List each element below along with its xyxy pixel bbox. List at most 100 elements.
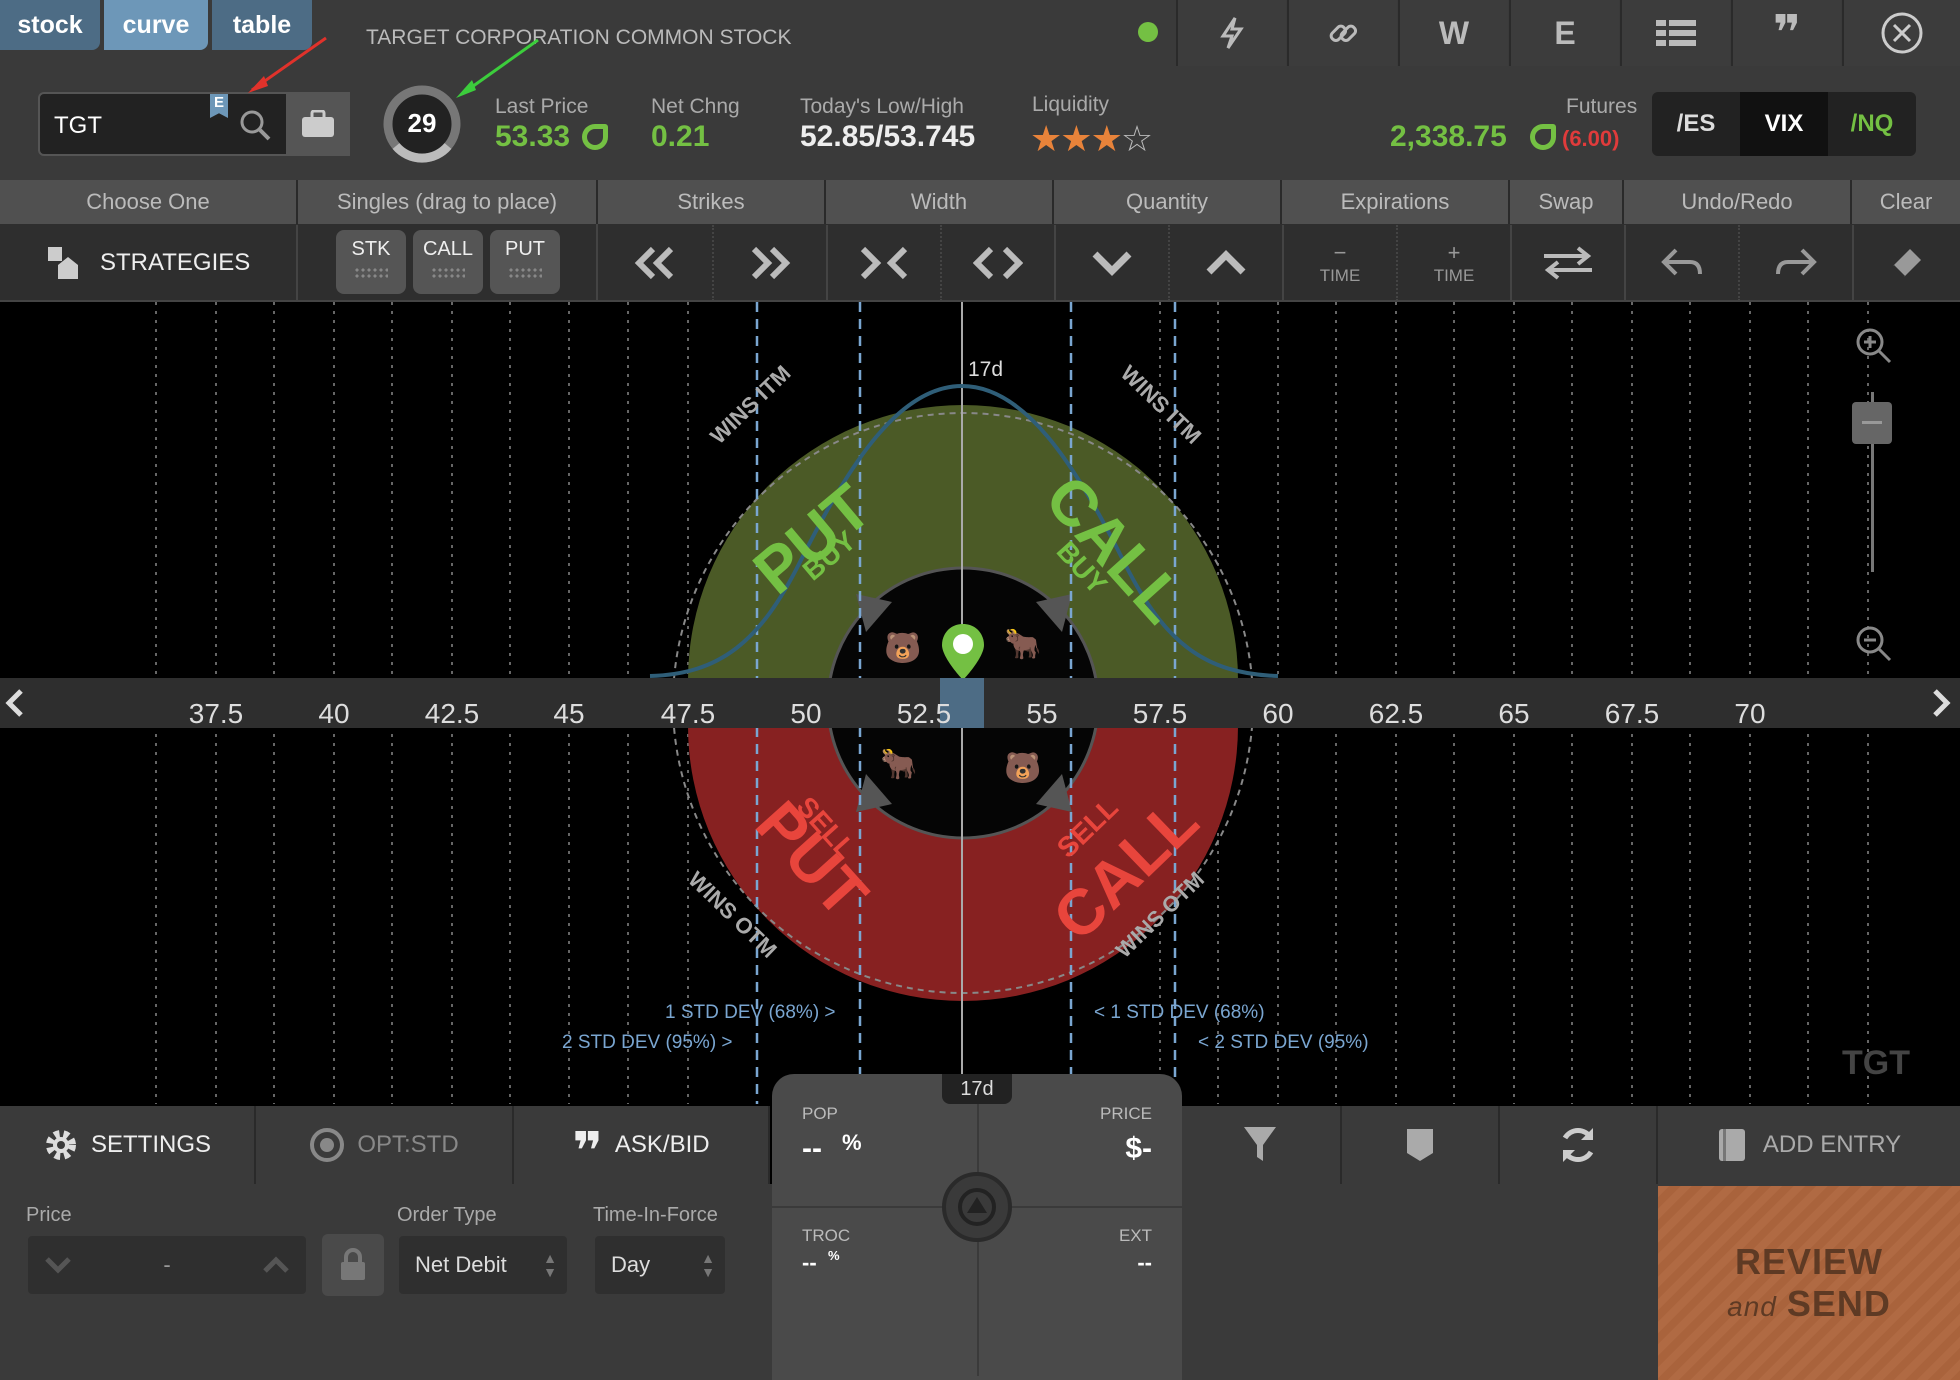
- price-pin-icon[interactable]: [940, 622, 986, 682]
- symbol-field[interactable]: TGT E: [38, 92, 350, 156]
- close-icon[interactable]: [1842, 0, 1960, 66]
- green-arrow-annotation: [456, 38, 539, 98]
- quantity-up-button[interactable]: [1168, 225, 1282, 301]
- price-value: -: [163, 1252, 171, 1277]
- header-choose-one: Choose One: [0, 180, 298, 224]
- strike-tick: 62.5: [1368, 698, 1424, 729]
- header-width: Width: [826, 180, 1054, 224]
- header-quantity: Quantity: [1054, 180, 1282, 224]
- width-narrow-button[interactable]: [826, 225, 940, 301]
- order-type-select[interactable]: Net Debit ▲ ▼: [397, 1234, 569, 1296]
- symbol-value: TGT: [54, 112, 102, 139]
- strikes-left-button[interactable]: [598, 225, 712, 301]
- strike-tick: 40: [318, 698, 350, 729]
- zoom-out-icon[interactable]: [1854, 624, 1894, 669]
- tif-select[interactable]: Day ▲ ▼: [593, 1234, 727, 1296]
- std1-left-label: 1 STD DEV (68%) >: [665, 1002, 836, 1023]
- refresh-button[interactable]: [1500, 1106, 1658, 1184]
- strike-tick: 57.5: [1132, 698, 1188, 729]
- single-call[interactable]: CALL: [413, 230, 483, 294]
- width-wide-button[interactable]: [940, 225, 1054, 301]
- single-put-label: PUT: [505, 238, 545, 260]
- lightning-icon[interactable]: [1176, 0, 1286, 66]
- lock-icon: [341, 1248, 365, 1280]
- tif-value: Day: [611, 1252, 651, 1277]
- red-arrow-annotation: [248, 36, 327, 93]
- troc-unit: %: [828, 1248, 840, 1263]
- strike-tick: 55: [1026, 698, 1058, 729]
- filter-icon: [1244, 1127, 1276, 1161]
- svg-text:🐻: 🐻: [1004, 749, 1041, 786]
- time-plus-button[interactable]: + TIME: [1396, 225, 1510, 301]
- nq-button[interactable]: /NQ: [1828, 92, 1916, 156]
- refresh-icon: [1562, 1127, 1594, 1163]
- expand-trade-button[interactable]: [942, 1172, 1012, 1242]
- iv-rank-value: 29: [407, 108, 437, 138]
- header-swap: Swap: [1510, 180, 1624, 224]
- tab-stock[interactable]: stock: [0, 0, 100, 50]
- lowhigh-value: 52.85/53.745: [800, 120, 976, 153]
- chevron-left-icon[interactable]: [0, 678, 30, 728]
- clear-button[interactable]: [1852, 225, 1960, 301]
- quantity-down-button[interactable]: [1054, 225, 1168, 301]
- chevron-right-icon[interactable]: [1926, 678, 1956, 728]
- undo-button[interactable]: [1624, 225, 1738, 301]
- tab-curve[interactable]: curve: [104, 0, 208, 50]
- settings-button[interactable]: SETTINGS: [0, 1106, 256, 1184]
- strikes-right-button[interactable]: [712, 225, 826, 301]
- single-stk-label: STK: [351, 238, 391, 260]
- lock-button[interactable]: [322, 1234, 384, 1296]
- time-minus-button[interactable]: − TIME: [1282, 225, 1396, 301]
- strike-tick: 45: [553, 698, 585, 729]
- strategies-button[interactable]: STRATEGIES: [0, 225, 298, 301]
- strike-tick: 50: [790, 698, 822, 729]
- minus-icon: −: [1333, 240, 1347, 265]
- zoom-slider-handle[interactable]: [1852, 402, 1892, 444]
- single-call-label: CALL: [422, 238, 474, 260]
- zoom-in-icon[interactable]: [1854, 326, 1894, 371]
- star-icon: ★: [1030, 118, 1062, 159]
- time-plus-label: TIME: [1433, 266, 1475, 285]
- futures-selector: /ES VIX /NQ: [1652, 92, 1916, 156]
- single-stk[interactable]: STK: [336, 230, 406, 294]
- search-icon[interactable]: [238, 108, 272, 147]
- redo-button[interactable]: [1738, 225, 1852, 301]
- earnings-flag-icon[interactable]: E: [210, 94, 228, 118]
- price-stepper[interactable]: -: [26, 1234, 308, 1296]
- header-strikes: Strikes: [598, 180, 826, 224]
- status-dot: [1138, 22, 1158, 42]
- quote-icon[interactable]: ❞: [1731, 0, 1841, 66]
- filter-button[interactable]: [1180, 1106, 1342, 1184]
- briefcase-icon[interactable]: [286, 92, 350, 156]
- pop-label: POP: [802, 1104, 838, 1123]
- chevron-up-icon[interactable]: [262, 1255, 290, 1275]
- link-icon[interactable]: [1287, 0, 1397, 66]
- weekly-button[interactable]: W: [1398, 0, 1508, 66]
- header-singles: Singles (drag to place): [298, 180, 598, 224]
- star-icon: ★: [1090, 118, 1123, 159]
- send-label: SEND: [1786, 1283, 1891, 1324]
- company-name: TARGET CORPORATION COMMON STOCK: [366, 26, 792, 49]
- drag-handle-icon: [508, 267, 542, 279]
- add-entry-button[interactable]: ADD ENTRY: [1658, 1106, 1960, 1184]
- net-chng-value: 0.21: [651, 120, 710, 153]
- chevron-down-icon[interactable]: [44, 1255, 72, 1275]
- ask-bid-button[interactable]: ❞ ASK/BID: [514, 1106, 770, 1184]
- header-expirations: Expirations: [1282, 180, 1510, 224]
- opt-std-button[interactable]: OPT:STD: [256, 1106, 514, 1184]
- es-button[interactable]: /ES: [1652, 92, 1740, 156]
- settings-label: SETTINGS: [90, 1131, 211, 1158]
- earnings-button[interactable]: E: [1509, 0, 1619, 66]
- vix-button[interactable]: VIX: [1740, 92, 1828, 156]
- list-icon[interactable]: [1620, 0, 1730, 66]
- tag-button[interactable]: [1342, 1106, 1500, 1184]
- pop-value: --: [802, 1132, 822, 1165]
- journal-icon: [1718, 1129, 1745, 1161]
- quote-icon: ❞: [572, 1123, 603, 1181]
- review-send-button[interactable]: REVIEW and SEND: [1658, 1186, 1960, 1380]
- price-label: Price: [26, 1204, 72, 1226]
- swap-button[interactable]: [1510, 225, 1624, 301]
- futures-label: Futures: [1566, 95, 1638, 118]
- strategies-label: STRATEGIES: [100, 249, 251, 276]
- single-put[interactable]: PUT: [490, 230, 560, 294]
